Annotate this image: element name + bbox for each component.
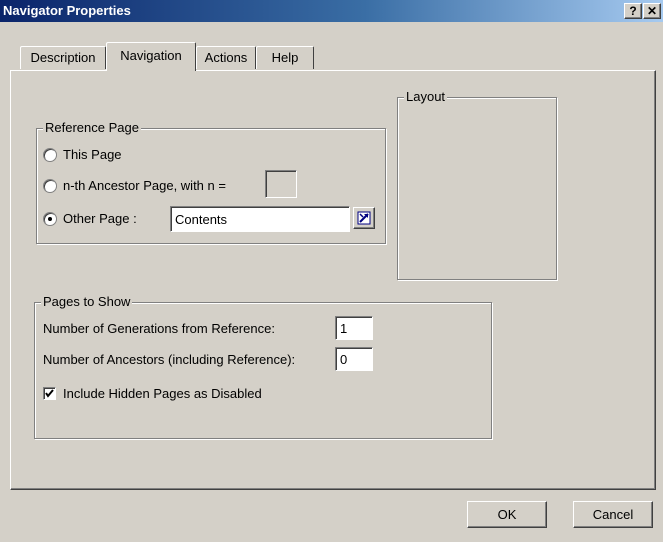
tab-label: Description [30,50,96,65]
tab-actions[interactable]: Actions [196,46,256,69]
ancestors-input[interactable] [335,347,373,371]
radio-other-page-circle[interactable] [43,212,57,226]
pick-page-icon [357,211,371,225]
radio-selected-dot [48,217,52,221]
radio-this-page[interactable]: This Page [43,147,203,163]
title-bar: Navigator Properties ? ✕ [0,0,663,22]
ancestors-label: Number of Ancestors (including Reference… [43,352,296,367]
close-icon: ✕ [646,4,658,18]
generations-label: Number of Generations from Reference: [43,321,275,336]
n-value-input[interactable] [265,170,297,198]
close-button[interactable]: ✕ [643,3,661,19]
cancel-button-label: Cancel [592,507,634,522]
include-hidden-checkbox-box[interactable] [43,387,56,400]
layout-legend: Layout [404,89,448,104]
tab-label: Help [271,50,299,65]
include-hidden-checkbox[interactable]: Include Hidden Pages as Disabled [43,386,323,402]
radio-nth-ancestor[interactable]: n-th Ancestor Page, with n = [43,178,263,194]
checkmark-icon [45,389,54,398]
radio-other-page[interactable]: Other Page : [43,211,163,227]
browse-page-button[interactable] [353,207,375,229]
include-hidden-label: Include Hidden Pages as Disabled [63,386,262,401]
radio-this-page-label: This Page [63,147,122,162]
tab-navigation[interactable]: Navigation [106,42,196,71]
tab-panel-navigation: Reference Page This Page n-th Ancestor P… [10,70,656,490]
tab-label: Actions [204,50,248,65]
reference-page-legend: Reference Page [43,120,141,135]
tab-label: Navigation [120,48,182,63]
cancel-button[interactable]: Cancel [573,501,653,528]
help-button[interactable]: ? [624,3,642,19]
pages-to-show-group: Pages to Show Number of Generations from… [34,295,492,439]
layout-group: Layout [397,90,557,280]
tab-help[interactable]: Help [256,46,314,69]
radio-other-page-label: Other Page : [63,211,137,226]
window-title: Navigator Properties [3,3,131,18]
ok-button[interactable]: OK [467,501,547,528]
reference-page-group: Reference Page This Page n-th Ancestor P… [36,121,386,244]
ok-button-label: OK [497,507,517,522]
help-icon: ? [629,4,637,18]
radio-nth-ancestor-label: n-th Ancestor Page, with n = [63,178,226,193]
tab-description[interactable]: Description [20,46,106,69]
pages-to-show-legend: Pages to Show [41,294,133,309]
radio-nth-ancestor-circle[interactable] [43,179,57,193]
radio-this-page-circle[interactable] [43,148,57,162]
other-page-input[interactable] [170,206,350,232]
generations-input[interactable] [335,316,373,340]
